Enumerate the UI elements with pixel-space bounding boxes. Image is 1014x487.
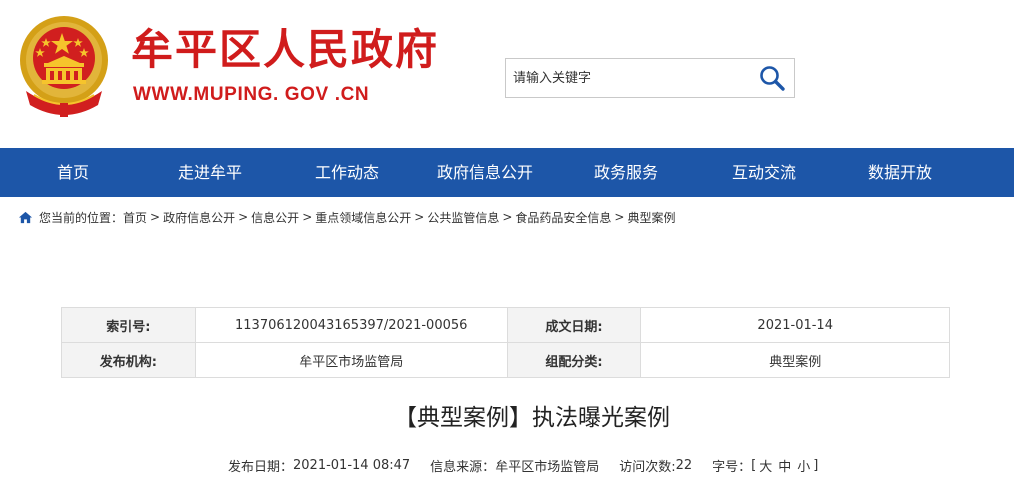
- category-label: 组配分类:: [506, 342, 642, 378]
- breadcrumb-home[interactable]: 首页: [123, 209, 147, 226]
- site-domain: WWW.MUPING. GOV .CN: [133, 84, 370, 105]
- nav-item-open-data[interactable]: 数据开放: [826, 148, 974, 197]
- nav-item-work-news[interactable]: 工作动态: [274, 148, 420, 197]
- breadcrumb-typical-cases[interactable]: 典型案例: [627, 209, 675, 226]
- visits-label: 访问次数:: [619, 459, 676, 475]
- breadcrumb-separator: >: [238, 210, 249, 224]
- breadcrumb-gov-info[interactable]: 政府信息公开: [163, 209, 235, 226]
- nav-item-gov-services[interactable]: 政务服务: [550, 148, 702, 197]
- font-size-bracket-open: [: [751, 457, 757, 473]
- nav-item-interaction[interactable]: 互动交流: [702, 148, 826, 197]
- table-row: 发布机构: 牟平区市场监管局 组配分类: 典型案例: [61, 342, 950, 378]
- font-size-small-button[interactable]: 小: [797, 456, 810, 475]
- search-box: [505, 58, 795, 98]
- source-label: 信息来源：: [430, 459, 496, 475]
- publish-date-value: 2021-01-14 08:47: [293, 457, 411, 473]
- breadcrumb: 您当前的位置： 首页 > 政府信息公开 > 信息公开 > 重点领域信息公开 > …: [18, 207, 676, 227]
- visits-value: 22: [675, 457, 693, 473]
- font-size-medium-button[interactable]: 中: [778, 456, 791, 475]
- publisher-value: 牟平区市场监管局: [194, 342, 508, 378]
- article-meta: 发布日期： 2021-01-14 08:47 信息来源： 牟平区市场监管局 访问…: [228, 455, 818, 475]
- site-header: 牟平区人民政府 WWW.MUPING. GOV .CN: [0, 0, 1014, 148]
- search-icon: [760, 66, 785, 91]
- publisher-label: 发布机构:: [61, 342, 196, 378]
- index-number-label: 索引号:: [61, 307, 196, 343]
- breadcrumb-prefix: 您当前的位置：: [39, 210, 124, 225]
- breadcrumb-separator: >: [502, 210, 513, 224]
- breadcrumb-separator: >: [414, 210, 425, 224]
- article-title: 【典型案例】执法曝光案例: [394, 405, 670, 431]
- search-button[interactable]: [756, 62, 788, 94]
- font-size-large-button[interactable]: 大: [759, 456, 772, 475]
- font-size-label: 字号：: [712, 459, 752, 475]
- search-input[interactable]: [506, 59, 751, 97]
- info-table: 索引号: 113706120043165397/2021-00056 成文日期:…: [61, 307, 950, 378]
- written-date-value: 2021-01-14: [640, 307, 950, 343]
- nav-item-home[interactable]: 首页: [0, 148, 146, 197]
- font-size-bracket-close: ]: [813, 457, 819, 473]
- site-title: 牟平区人民政府: [131, 25, 440, 74]
- breadcrumb-info-public[interactable]: 信息公开: [251, 209, 299, 226]
- national-emblem-icon: [20, 16, 108, 117]
- table-row: 索引号: 113706120043165397/2021-00056 成文日期:…: [61, 307, 950, 343]
- source-value: 牟平区市场监管局: [495, 459, 600, 475]
- publish-date-label: 发布日期：: [228, 459, 294, 475]
- main-nav: 首页 走进牟平 工作动态 政府信息公开 政务服务 互动交流 数据开放: [0, 148, 1014, 197]
- written-date-label: 成文日期:: [506, 307, 642, 343]
- breadcrumb-public-supervision[interactable]: 公共监管信息: [427, 209, 499, 226]
- index-number-value: 113706120043165397/2021-00056: [194, 307, 508, 343]
- breadcrumb-separator: >: [614, 210, 625, 224]
- nav-item-gov-info[interactable]: 政府信息公开: [420, 148, 550, 197]
- breadcrumb-key-areas[interactable]: 重点领域信息公开: [315, 209, 411, 226]
- breadcrumb-separator: >: [302, 210, 313, 224]
- breadcrumb-food-drug-safety[interactable]: 食品药品安全信息: [515, 209, 611, 226]
- nav-item-about-muping[interactable]: 走进牟平: [146, 148, 274, 197]
- breadcrumb-separator: >: [150, 210, 161, 224]
- category-value: 典型案例: [640, 342, 950, 378]
- home-icon: [18, 211, 33, 223]
